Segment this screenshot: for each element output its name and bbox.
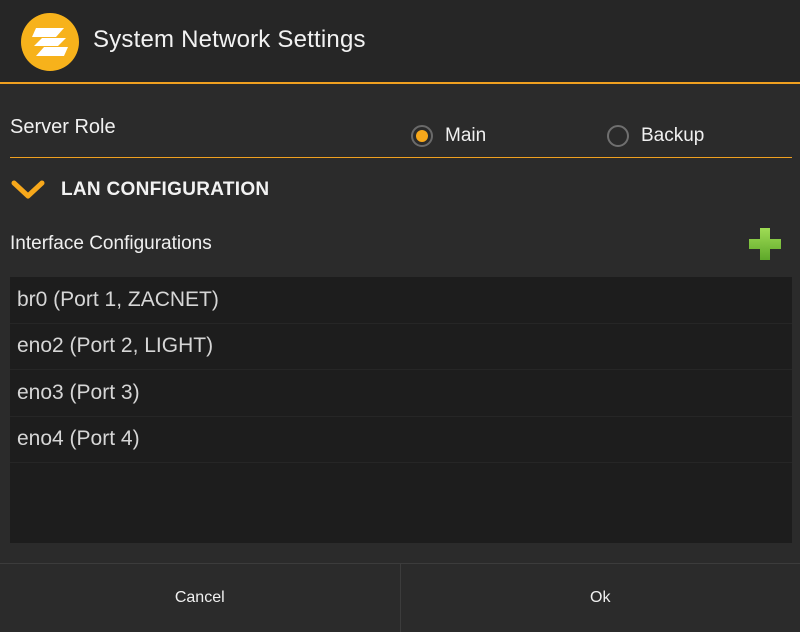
server-role-label: Server Role [10,116,116,138]
radio-main-indicator[interactable] [411,125,433,147]
lan-section-title[interactable]: LAN CONFIGURATION [61,179,269,201]
radio-main-label[interactable]: Main [445,125,486,147]
chevron-down-icon[interactable] [10,178,46,202]
ok-button[interactable]: Ok [401,564,800,632]
cancel-button[interactable]: Cancel [0,564,400,632]
radio-backup-label[interactable]: Backup [641,125,704,147]
lan-section-toggle[interactable]: LAN CONFIGURATION [10,172,269,208]
interface-item[interactable]: eno3 (Port 3) [10,370,792,417]
radio-selected-dot [416,130,428,142]
interface-item[interactable]: br0 (Port 1, ZACNET) [10,277,792,324]
radio-backup-indicator[interactable] [607,125,629,147]
dialog-header: System Network Settings [0,0,800,84]
radio-backup[interactable]: Backup [607,123,704,149]
dialog-footer: Cancel Ok [0,563,800,632]
interface-item[interactable]: eno2 (Port 2, LIGHT) [10,324,792,370]
section-divider [10,157,792,158]
network-settings-dialog: System Network Settings Server Role Main… [0,0,800,632]
zone-logo-icon [21,13,79,71]
interface-list: br0 (Port 1, ZACNET) eno2 (Port 2, LIGHT… [10,277,792,543]
interface-item[interactable]: eno4 (Port 4) [10,417,792,463]
dialog-title: System Network Settings [93,26,366,53]
add-interface-icon[interactable] [748,227,782,261]
radio-main[interactable]: Main [411,123,486,149]
interface-configurations-label: Interface Configurations [10,233,212,254]
